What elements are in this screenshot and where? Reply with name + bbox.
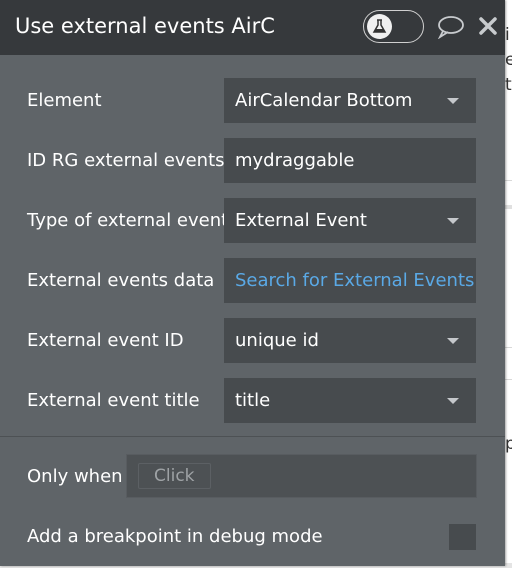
events-data-search-link[interactable]: Search for External Events xyxy=(235,270,474,291)
background-divider xyxy=(505,379,512,380)
background-text-fragment: t xyxy=(505,75,512,95)
element-value: AirCalendar Bottom xyxy=(235,90,413,111)
event-type-dropdown[interactable]: External Event xyxy=(224,198,476,243)
chevron-down-icon xyxy=(447,98,459,104)
background-text-fragment: e xyxy=(505,50,512,70)
section-divider xyxy=(0,436,505,437)
click-placeholder[interactable]: Click xyxy=(138,463,211,489)
event-type-label: Type of external event xyxy=(27,210,229,231)
event-id-value: unique id xyxy=(235,330,319,351)
breakpoint-label: Add a breakpoint in debug mode xyxy=(27,526,323,547)
only-when-label: Only when xyxy=(27,466,123,487)
debug-toggle[interactable] xyxy=(363,10,424,43)
only-when-condition-field[interactable]: Click xyxy=(126,454,477,498)
events-data-label: External events data xyxy=(27,270,215,291)
id-rg-input[interactable]: mydraggable xyxy=(224,138,476,183)
background-divider xyxy=(505,347,512,348)
flask-icon xyxy=(372,19,387,33)
breakpoint-checkbox[interactable] xyxy=(449,524,476,550)
event-id-dropdown[interactable]: unique id xyxy=(224,318,476,363)
background-text-fragment: i xyxy=(505,25,510,45)
toggle-knob xyxy=(367,14,392,39)
close-icon[interactable] xyxy=(478,16,498,36)
background-divider xyxy=(505,180,512,181)
property-editor-panel: Use external events AirC Element AirCale… xyxy=(0,0,505,566)
event-title-label: External event title xyxy=(27,390,200,411)
element-dropdown[interactable]: AirCalendar Bottom xyxy=(224,78,476,123)
background-text-fragment: p xyxy=(505,434,512,454)
id-rg-value: mydraggable xyxy=(235,150,355,171)
background-divider xyxy=(505,205,512,209)
event-type-value: External Event xyxy=(235,210,367,231)
event-title-value: title xyxy=(235,390,271,411)
comment-icon[interactable] xyxy=(437,15,465,39)
chevron-down-icon xyxy=(447,218,459,224)
chevron-down-icon xyxy=(447,338,459,344)
panel-title: Use external events AirC xyxy=(15,14,275,38)
chevron-down-icon xyxy=(447,398,459,404)
panel-header: Use external events AirC xyxy=(0,0,505,55)
event-title-dropdown[interactable]: title xyxy=(224,378,476,423)
element-label: Element xyxy=(27,90,102,111)
events-data-field[interactable]: Search for External Events xyxy=(224,258,476,303)
id-rg-label: ID RG external events xyxy=(27,150,225,171)
event-id-label: External event ID xyxy=(27,330,184,351)
